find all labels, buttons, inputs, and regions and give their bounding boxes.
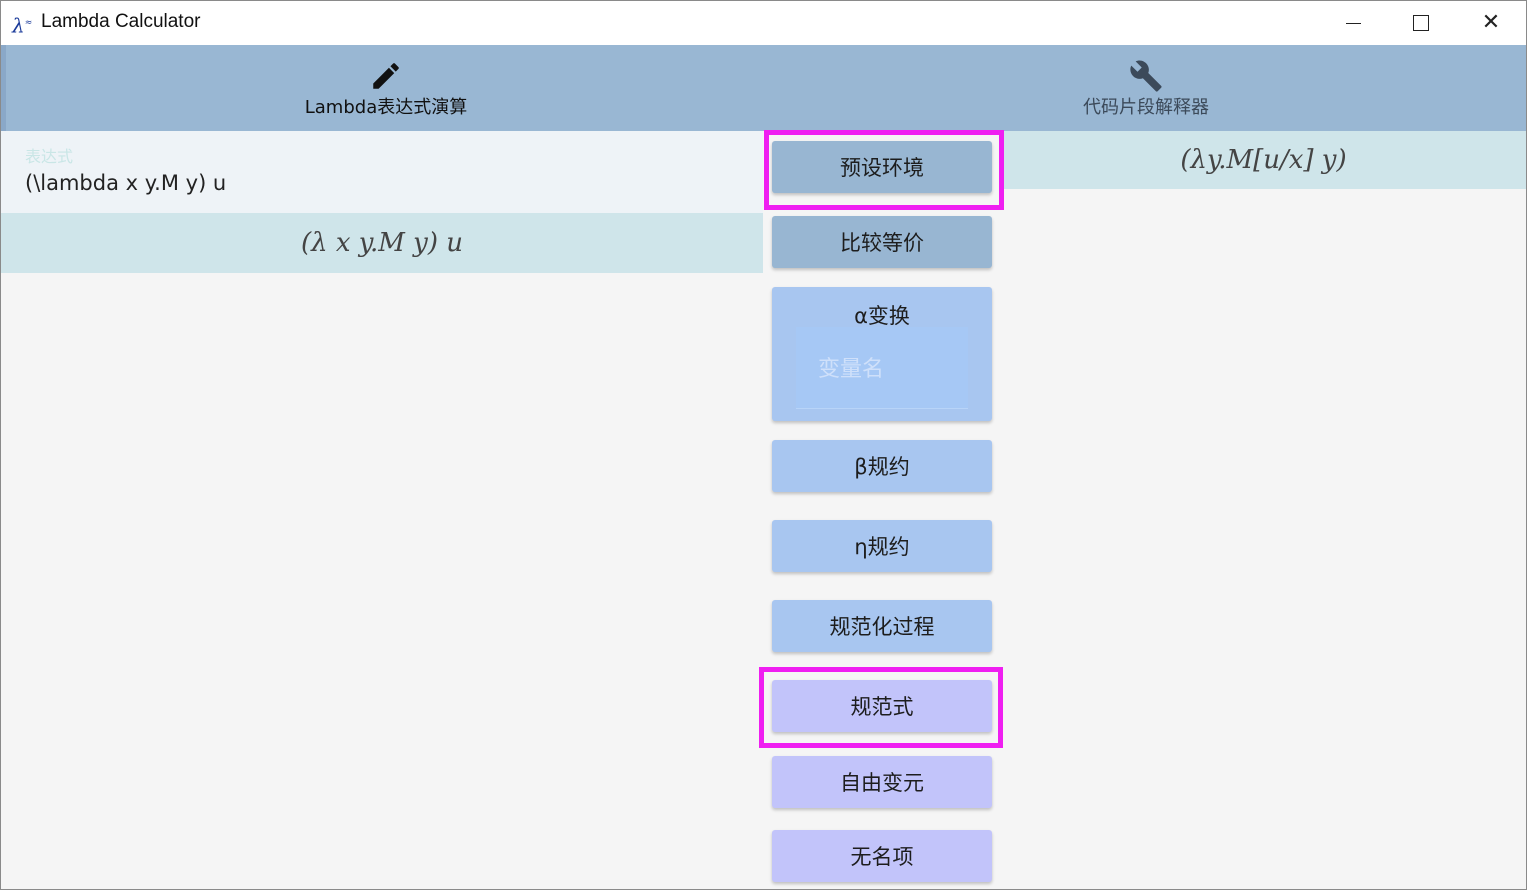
pencil-icon	[373, 63, 399, 89]
minimize-button[interactable]	[1319, 1, 1387, 45]
maximize-icon	[1413, 15, 1429, 31]
nameless-term-button[interactable]: 无名项	[772, 830, 992, 882]
compare-equivalence-button[interactable]: 比较等价	[772, 216, 992, 268]
tab-lambda-calculus[interactable]: Lambda表达式演算	[286, 45, 486, 131]
beta-reduction-button[interactable]: β规约	[772, 440, 992, 492]
wrench-icon	[1130, 60, 1162, 92]
left-panel: 表达式 (\lambda x y.M y) u (λ x y.M y) u	[1, 131, 763, 273]
window-title: Lambda Calculator	[41, 11, 201, 32]
close-button[interactable]: ✕	[1457, 1, 1525, 45]
expression-value[interactable]: (\lambda x y.M y) u	[25, 171, 226, 195]
result-expression: (λy.M[u/x] y)	[1001, 131, 1526, 189]
close-icon: ✕	[1481, 10, 1501, 35]
normalization-process-button[interactable]: 规范化过程	[772, 600, 992, 652]
preset-environment-button[interactable]: 预设环境	[772, 141, 992, 193]
alpha-conversion-card[interactable]: α变换 变量名	[772, 287, 992, 421]
tab-bar: Lambda表达式演算 代码片段解释器	[1, 45, 1526, 131]
tab-label: 代码片段解释器	[1083, 97, 1209, 118]
app-window: λ≈ Lambda Calculator ✕ Lambda表达式演算 代码片段解…	[0, 0, 1527, 890]
normal-form-button[interactable]: 规范式	[772, 680, 992, 732]
eta-reduction-button[interactable]: η规约	[772, 520, 992, 572]
minimize-icon	[1345, 22, 1361, 24]
title-bar: λ≈ Lambda Calculator ✕	[1, 1, 1526, 45]
free-variables-button[interactable]: 自由变元	[772, 756, 992, 808]
maximize-button[interactable]	[1387, 1, 1455, 45]
lambda-app-icon: λ≈	[12, 13, 33, 38]
variable-name-input[interactable]: 变量名	[796, 327, 968, 409]
tab-label: Lambda表达式演算	[304, 97, 468, 118]
expression-input[interactable]: 表达式 (\lambda x y.M y) u	[1, 131, 763, 213]
variable-name-placeholder: 变量名	[818, 357, 885, 382]
rendered-expression: (λ x y.M y) u	[1, 213, 763, 273]
alpha-conversion-button[interactable]: α变换	[772, 300, 992, 330]
expression-label: 表达式	[25, 147, 74, 166]
tab-code-interpreter[interactable]: 代码片段解释器	[1046, 45, 1246, 131]
